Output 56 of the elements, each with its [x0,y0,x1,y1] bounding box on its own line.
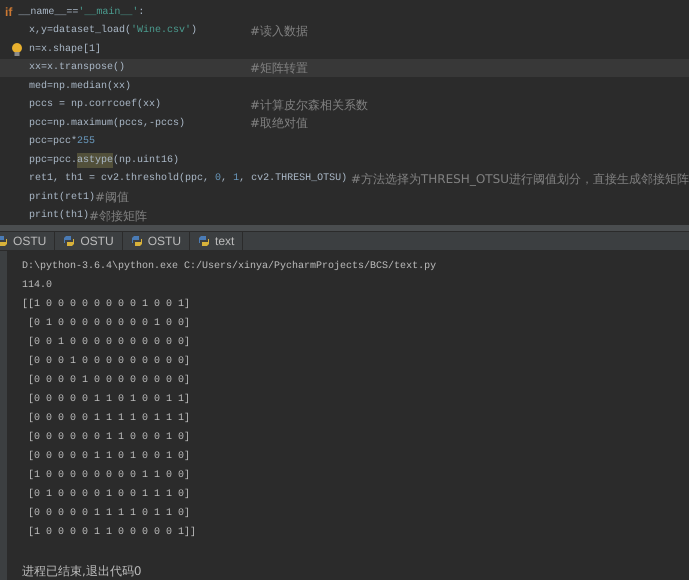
code-token: ppc=pcc. [29,154,78,168]
python-file-icon [198,235,210,247]
code-token: , cv2.THRESH_OTSU) [239,172,348,186]
code-comment: #矩阵转置 [250,60,308,77]
run-tab[interactable]: text [190,232,244,250]
code-token: med=np.median(xx) [29,80,132,94]
code-comment: #取绝对值 [250,115,308,132]
code-comment: #邻接矩阵 [89,208,148,225]
code-token: n=x.shape[1] [29,42,102,57]
code-comment: #阈值 [95,189,130,206]
console-output-line: [1 0 0 0 0 1 1 0 0 0 0 0 1]] [27,526,196,540]
code-token: 255 [77,135,96,150]
code-token: '__main__' [78,6,138,20]
run-tab[interactable]: OSTU [55,232,123,250]
console-output-line: [0 0 0 1 0 0 0 0 0 0 0 0 0] [27,354,190,369]
console-output-line: [0 0 0 0 0 0 1 1 0 0 0 1 0] [27,430,190,445]
code-comment: #计算皮尔森相关系数 [250,96,368,114]
code-token: pcc=np.maximum(pccs,-pccs) [29,116,186,131]
code-token: astype [77,152,114,168]
process-exit-message: 进程已结束,退出代码0 [22,562,142,580]
lightbulb-icon[interactable] [11,43,23,57]
console-output-line: [0 0 0 0 0 1 1 0 1 0 0 1 1] [27,392,190,407]
code-token: ret1, th1 = cv2.threshold(ppc, [29,172,210,186]
code-token: : [138,6,144,20]
code-token: xx=x.transpose() [29,60,126,76]
code-token: x,y=dataset_load( [29,24,132,38]
code-token: if [5,4,12,22]
console-output-line: [[1 0 0 0 0 0 0 0 0 1 0 0 1] [22,298,190,312]
console-output-line: 114.0 [22,279,52,293]
console-output-line: [0 0 0 0 0 1 1 1 1 0 1 1 0] [27,506,190,521]
console-output-line: [0 0 0 0 0 1 1 1 1 0 1 1 1] [27,412,190,426]
code-token: print(ret1) [29,190,96,205]
code-token: 'Wine.csv' [131,24,192,38]
code-comment: #方法选择为THRESH_OTSU进行阈值划分，直接生成邻接矩阵 [350,170,689,188]
console-output-line: [1 0 0 0 0 0 0 0 0 1 1 0 0] [27,468,190,483]
console-output-line: [0 1 0 0 0 0 0 0 0 0 1 0 0] [27,316,190,331]
python-file-icon [63,235,76,247]
python-file-icon [130,235,143,247]
code-token: 0 [215,172,222,186]
console-output-line: [0 1 0 0 0 0 1 0 0 1 1 1 0] [27,488,190,502]
code-token: ) [191,24,198,38]
console-output-line: [0 0 1 0 0 0 0 0 0 0 0 0 0] [27,336,190,350]
console-output-line: D:\python-3.6.4\python.exe C:/Users/xinya/PycharmProjects/BCS/text.py [22,260,436,274]
console-output-line: [0 0 0 0 0 1 1 0 1 0 0 1 0] [27,450,190,464]
code-token: pccs = np.corrcoef(xx) [29,98,162,112]
console-output-line: [0 0 0 0 1 0 0 0 0 0 0 0 0] [27,374,190,388]
code-token: 1 [233,172,240,186]
horizontal-scrollbar[interactable] [0,225,689,231]
run-tab[interactable]: OSTU [122,232,190,250]
code-token: (np.uint16) [113,154,180,168]
code-token: , [221,172,228,186]
code-token: print(th1) [29,208,90,224]
code-token: __name__== [17,6,78,20]
code-comment: #读入数据 [250,22,308,40]
run-tab[interactable]: OSTU [0,232,56,250]
code-token: pcc=pcc* [29,134,78,150]
